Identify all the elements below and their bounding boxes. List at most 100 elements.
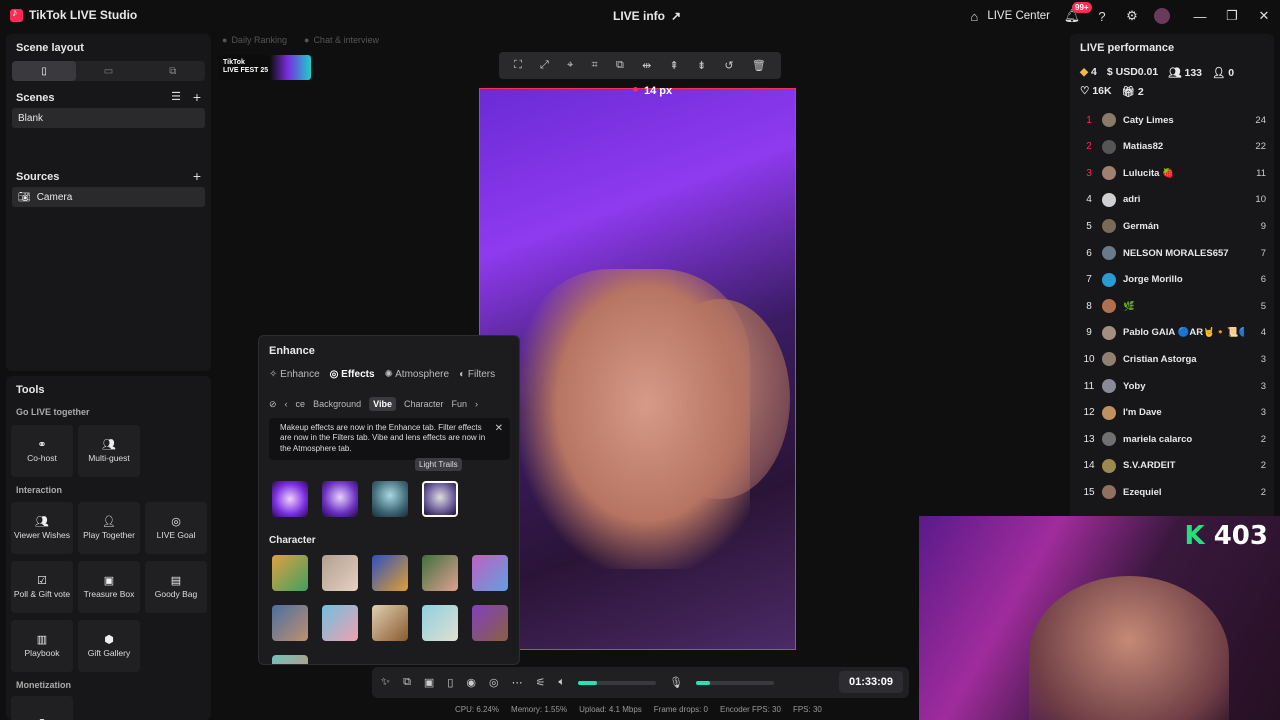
- category-partial[interactable]: ce: [296, 399, 306, 409]
- character-thumb[interactable]: [272, 605, 308, 641]
- speaker-volume-slider[interactable]: [578, 680, 657, 685]
- tab-filters[interactable]: ◐ Filters: [459, 369, 495, 380]
- minimize-button[interactable]: —: [1184, 9, 1216, 24]
- layer-down-icon[interactable]: ⇟: [697, 59, 706, 72]
- live-center-button[interactable]: ⌂ LIVE Center: [966, 8, 1050, 24]
- effect-thumb-light-trails[interactable]: [422, 481, 458, 517]
- ranking-row[interactable]: 15 Ezequiel 2: [1080, 484, 1266, 500]
- tab-effects[interactable]: ◎ Effects: [330, 369, 375, 380]
- rank-username: Matias82: [1123, 141, 1164, 153]
- ranking-row[interactable]: 12 I'm Dave 3: [1080, 405, 1266, 421]
- ranking-row[interactable]: 10 Cristian Astorga 3: [1080, 351, 1266, 367]
- effect-thumb[interactable]: [272, 481, 308, 517]
- microphone-icon[interactable]: 🎙︎: [669, 676, 683, 689]
- ranking-row[interactable]: 8 🌿 5: [1080, 298, 1266, 314]
- phone-icon[interactable]: ▯: [447, 676, 453, 689]
- fest-line2: LIVE FEST 25: [223, 66, 269, 74]
- poll-tool[interactable]: ☑ Poll & Gift vote: [11, 561, 73, 613]
- ranking-row[interactable]: 6 NELSON MORALES657 7: [1080, 245, 1266, 261]
- notifications-button[interactable]: 🔔︎ 99+: [1064, 2, 1092, 24]
- layout-portrait-tab[interactable]: ▯: [12, 61, 77, 81]
- character-thumb[interactable]: [422, 605, 458, 641]
- add-source-button[interactable]: +: [193, 168, 201, 184]
- scenes-title: Scenes: [16, 92, 55, 104]
- ranking-row[interactable]: 11 Yoby 3: [1080, 378, 1266, 394]
- character-thumb[interactable]: [472, 555, 508, 591]
- ranking-row[interactable]: 7 Jorge Morillo 6: [1080, 272, 1266, 288]
- category-background[interactable]: Background: [313, 399, 361, 409]
- crop-icon[interactable]: ⌗: [592, 59, 598, 72]
- layout-dual-tab[interactable]: ⧉: [141, 61, 205, 81]
- add-source-icon[interactable]: ⧉: [403, 676, 411, 689]
- maximize-button[interactable]: ❐: [1216, 8, 1248, 24]
- help-button[interactable]: ?: [1094, 8, 1110, 24]
- flip-icon[interactable]: ⇹: [642, 59, 651, 72]
- scene-item-blank[interactable]: Blank: [12, 108, 205, 128]
- ranking-row[interactable]: 2 Matias82 22: [1080, 139, 1266, 155]
- viewer-wishes-tool[interactable]: 👥︎ Viewer Wishes: [11, 502, 73, 554]
- mixer-icon[interactable]: ⚟: [536, 676, 546, 689]
- effect-thumb[interactable]: [372, 481, 408, 517]
- magic-wand-icon[interactable]: ✨︎: [381, 676, 390, 689]
- record-icon[interactable]: ◉: [466, 676, 476, 689]
- character-thumb[interactable]: [422, 555, 458, 591]
- camera-preview[interactable]: [479, 88, 796, 650]
- ranking-row[interactable]: 1 Caty Limes 24: [1080, 112, 1266, 128]
- character-thumb[interactable]: [322, 555, 358, 591]
- delete-icon[interactable]: 🗑︎: [752, 59, 766, 72]
- layer-up-icon[interactable]: ⇞: [670, 59, 679, 72]
- character-thumb[interactable]: [272, 555, 308, 591]
- chevron-left-icon[interactable]: ‹: [285, 399, 288, 409]
- ranking-row[interactable]: 9 Pablo GAIA 🔵AR🤘🔸📜🔵 4: [1080, 325, 1266, 341]
- ranking-row[interactable]: 5 Germán 9: [1080, 218, 1266, 234]
- fit-icon[interactable]: ⛶: [514, 59, 522, 72]
- center-icon[interactable]: ⌖: [567, 59, 573, 72]
- category-vibe[interactable]: Vibe: [369, 397, 396, 411]
- profile-avatar[interactable]: [1154, 8, 1170, 24]
- playbook-tool[interactable]: ▥ Playbook: [11, 620, 73, 672]
- rotate-icon[interactable]: ↺: [724, 59, 733, 72]
- layout-landscape-tab[interactable]: ▭: [76, 61, 140, 81]
- layout-icon[interactable]: ▣: [424, 676, 434, 689]
- settings-button[interactable]: ⚙: [1124, 8, 1140, 24]
- play-together-tool[interactable]: 👤︎ Play Together: [78, 502, 140, 554]
- source-item-camera[interactable]: 📷︎ Camera: [12, 187, 205, 207]
- chevron-right-icon[interactable]: ›: [475, 399, 478, 409]
- ranking-row[interactable]: 13 mariela calarco 2: [1080, 431, 1266, 447]
- add-scene-button[interactable]: +: [193, 89, 201, 105]
- speaker-icon[interactable]: 🔈︎: [558, 676, 565, 689]
- tab-atmosphere[interactable]: ✺ Atmosphere: [385, 369, 450, 380]
- no-effect-icon[interactable]: ⊘: [269, 399, 277, 410]
- multiguest-tool[interactable]: 👥︎ Multi-guest: [78, 425, 140, 477]
- ranking-row[interactable]: 14 S.V.ARDEIT 2: [1080, 458, 1266, 474]
- expand-icon[interactable]: ⤢: [540, 59, 549, 72]
- character-thumb[interactable]: [322, 605, 358, 641]
- ranking-row[interactable]: 4 adri 10: [1080, 192, 1266, 208]
- close-icon[interactable]: ✕: [495, 422, 503, 435]
- character-thumb[interactable]: [472, 605, 508, 641]
- monetization-tool[interactable]: ⚭: [11, 696, 73, 720]
- camera-toggle-icon[interactable]: ◎: [489, 676, 499, 689]
- treasure-box-tool[interactable]: ▣ Treasure Box: [78, 561, 140, 613]
- character-thumb[interactable]: [272, 655, 308, 664]
- character-thumb[interactable]: [372, 555, 408, 591]
- list-icon[interactable]: ☰: [171, 90, 181, 103]
- close-button[interactable]: ✕: [1248, 8, 1280, 24]
- duplicate-icon[interactable]: ⧉: [616, 59, 624, 72]
- character-thumb[interactable]: [372, 605, 408, 641]
- enhance-tabs: ✧ Enhance ◎ Effects ✺ Atmosphere ◐ Filte…: [269, 369, 495, 380]
- cohost-tool[interactable]: ⚭ Co-host: [11, 425, 73, 477]
- tab-enhance[interactable]: ✧ Enhance: [269, 369, 320, 380]
- category-fun[interactable]: Fun: [451, 399, 467, 409]
- live-info-button[interactable]: LIVE info ↗: [613, 9, 681, 23]
- live-goal-tool[interactable]: ◎ LIVE Goal: [145, 502, 207, 554]
- phone-icon: ▯: [41, 65, 47, 77]
- mic-volume-slider[interactable]: [696, 680, 775, 685]
- gift-gallery-tool[interactable]: ⬢ Gift Gallery: [78, 620, 140, 672]
- category-character[interactable]: Character: [404, 399, 444, 409]
- goody-bag-tool[interactable]: ▤ Goody Bag: [145, 561, 207, 613]
- effect-thumb[interactable]: [322, 481, 358, 517]
- more-icon[interactable]: ⋯: [512, 676, 523, 689]
- layout-tabs: ▯ ▭ ⧉: [12, 61, 205, 81]
- ranking-row[interactable]: 3 Lulucita 🍓 11: [1080, 165, 1266, 181]
